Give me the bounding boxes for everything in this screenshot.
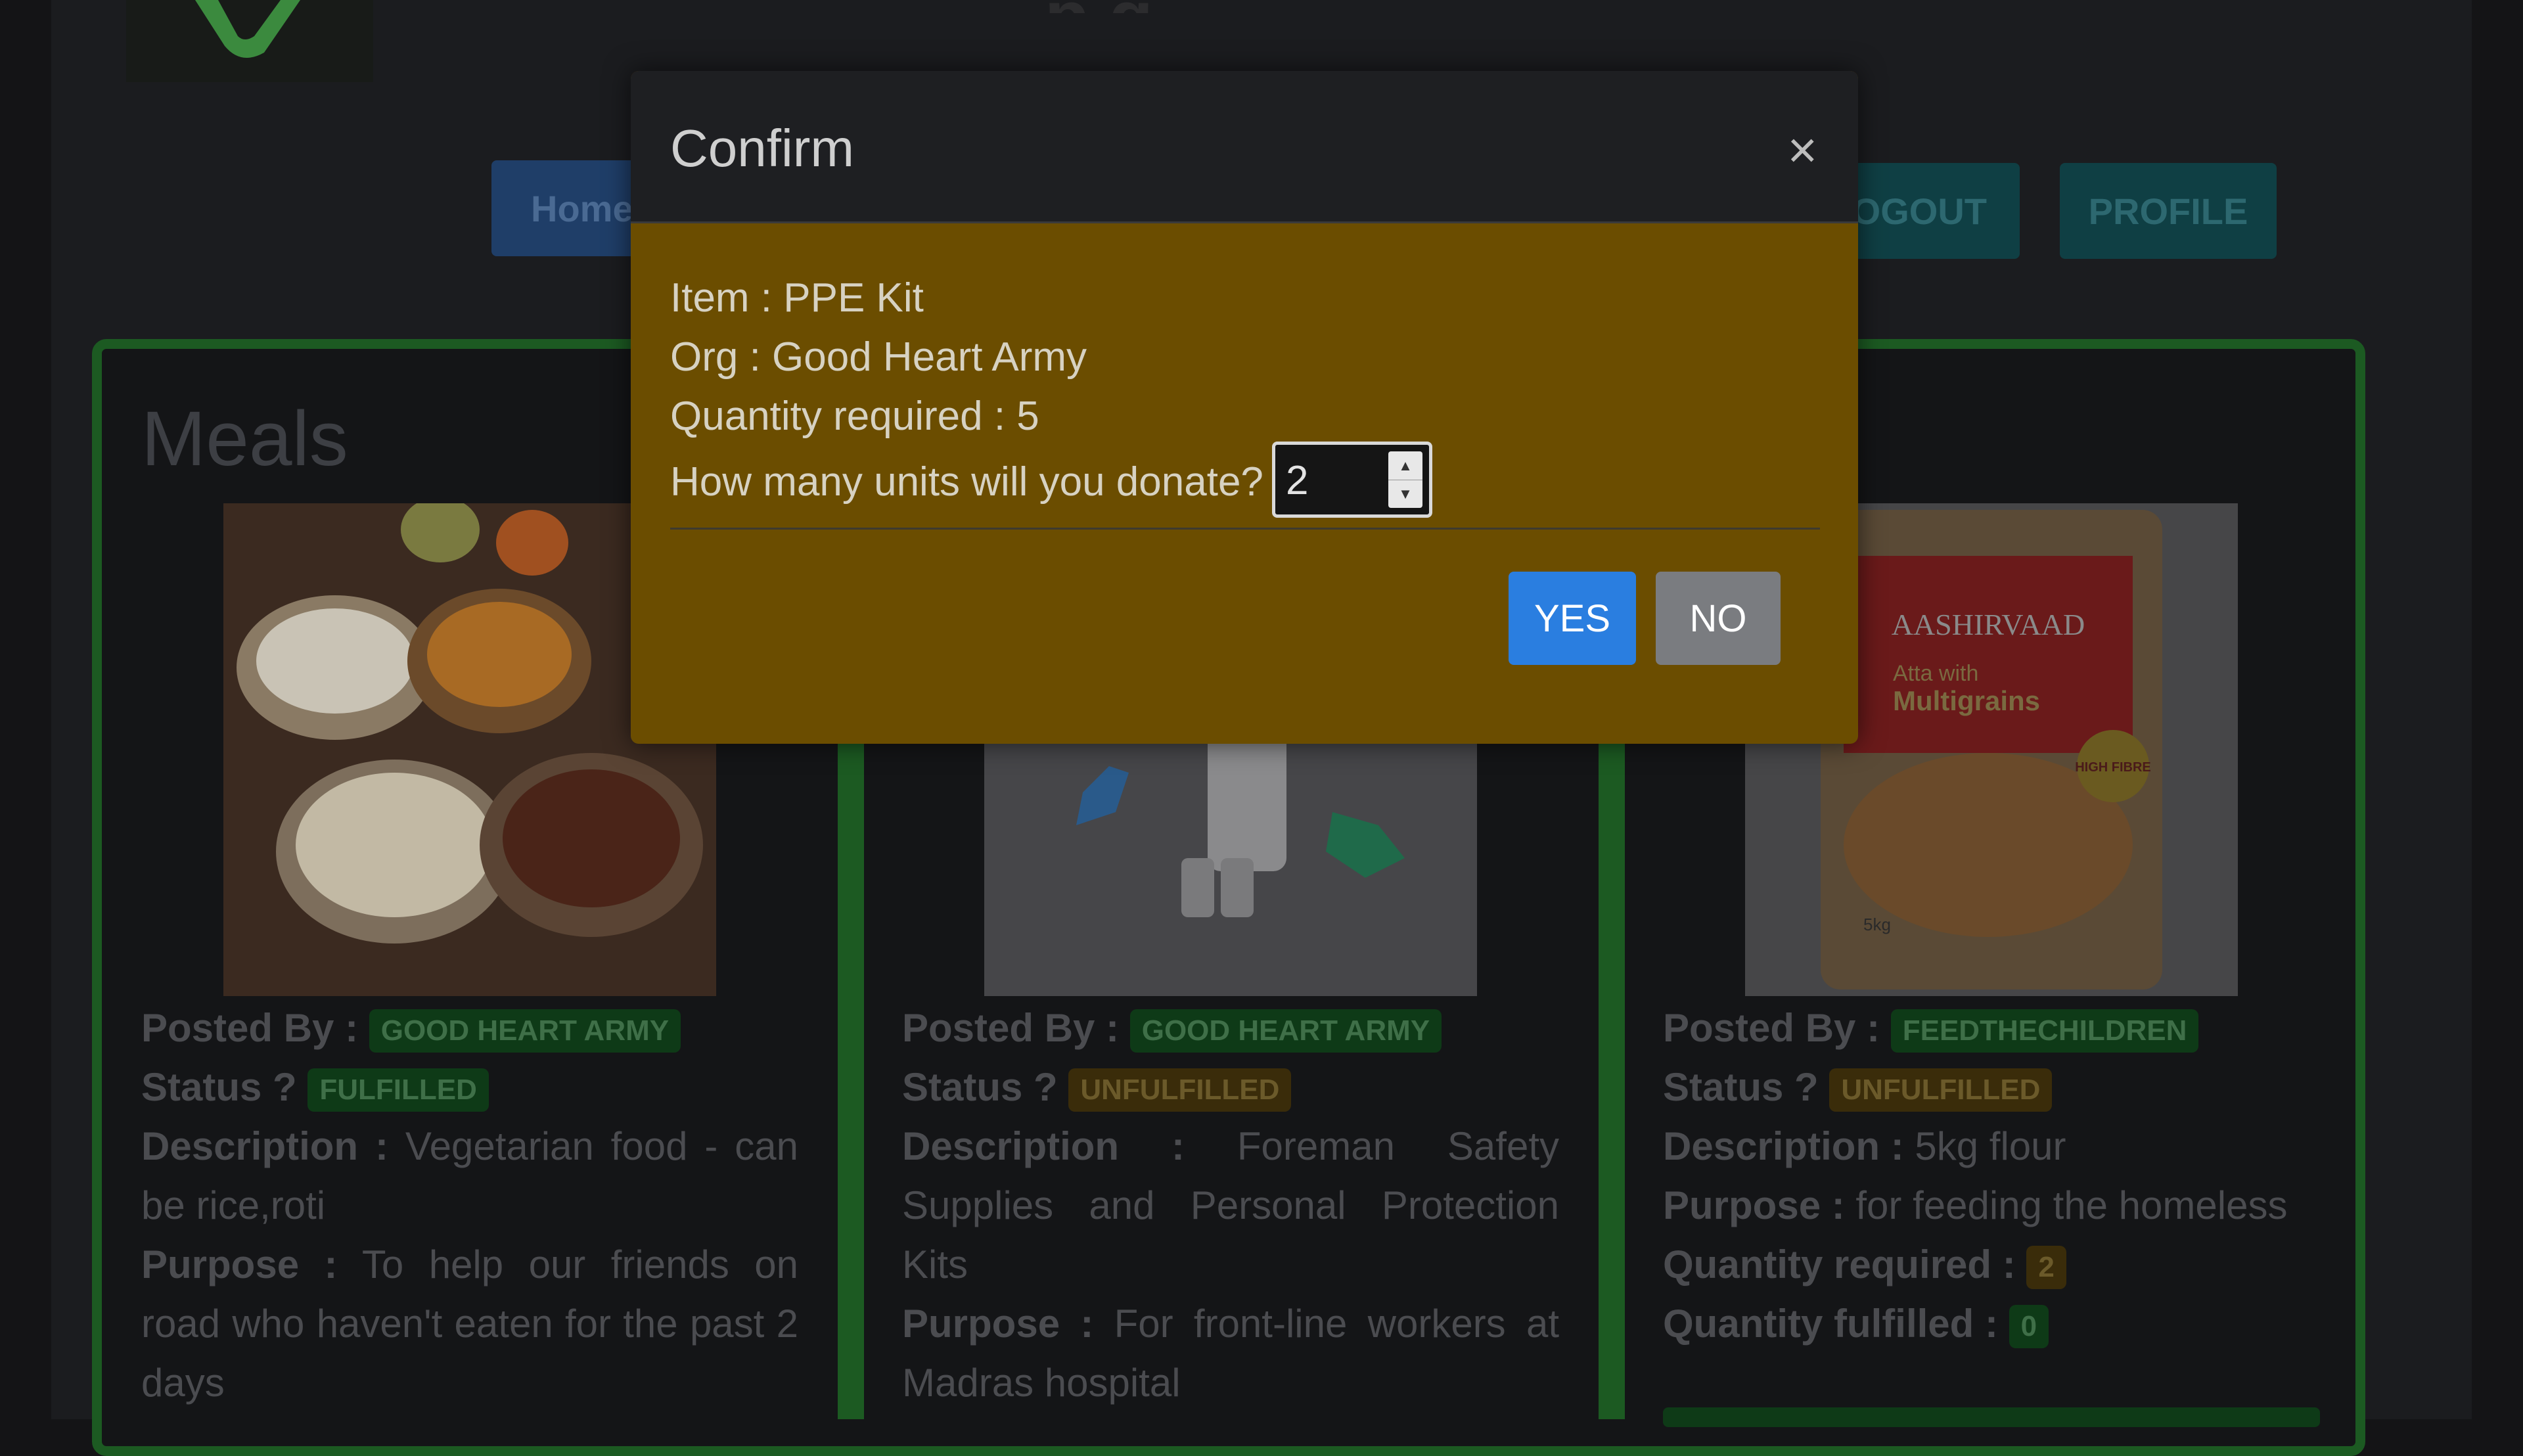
modal-org-text: Org : Good Heart Army xyxy=(670,334,1087,380)
decrement-icon[interactable]: ▼ xyxy=(1388,480,1422,508)
modal-question-label: How many units will you donate? xyxy=(670,459,1263,505)
increment-icon[interactable]: ▲ xyxy=(1388,451,1422,480)
quantity-stepper[interactable]: ▲ ▼ xyxy=(1272,442,1432,518)
modal-header: Confirm × xyxy=(631,71,1858,223)
modal-quantity-required-text: Quantity required : 5 xyxy=(670,394,1039,439)
close-icon[interactable]: × xyxy=(1787,124,1817,176)
modal-item-text: Item : PPE Kit xyxy=(670,275,924,321)
no-button[interactable]: NO xyxy=(1656,572,1781,665)
yes-button[interactable]: YES xyxy=(1509,572,1636,665)
spinner[interactable]: ▲ ▼ xyxy=(1388,451,1422,508)
modal-divider xyxy=(670,528,1820,530)
quantity-input[interactable] xyxy=(1284,450,1386,511)
modal-title: Confirm xyxy=(670,119,855,177)
